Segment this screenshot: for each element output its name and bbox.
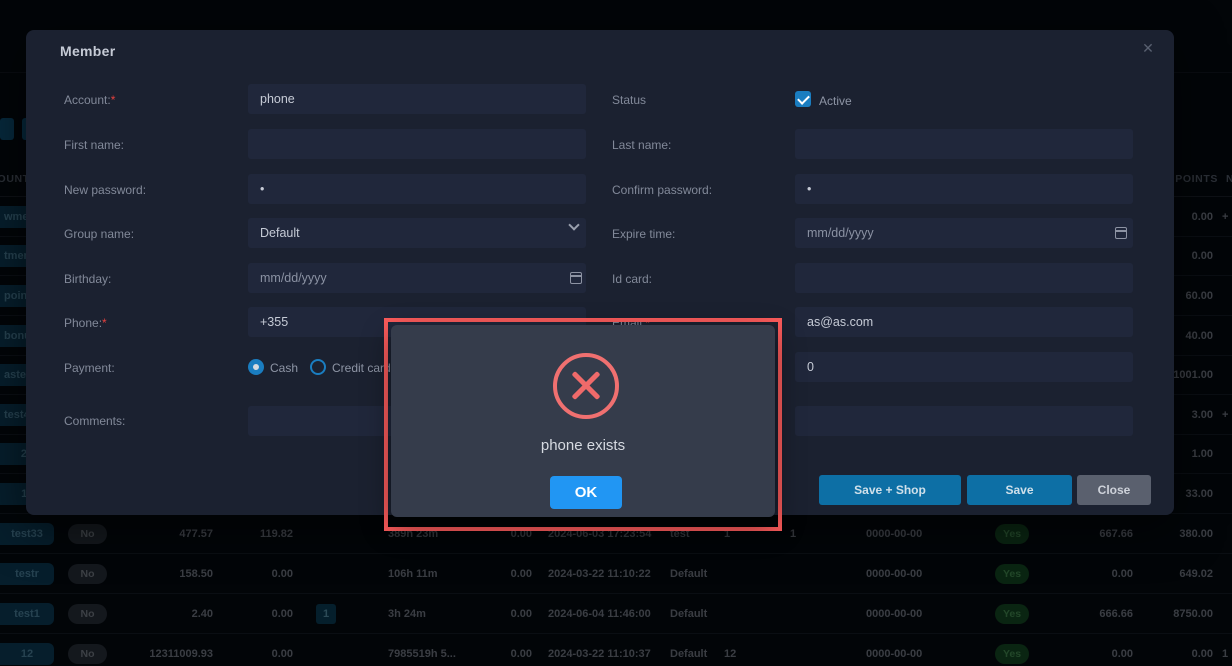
- extra-input[interactable]: [795, 406, 1133, 436]
- group-name-select[interactable]: Default: [248, 218, 586, 248]
- modal-title: Member: [60, 43, 115, 59]
- first-name-label: First name:: [64, 138, 124, 152]
- birthday-input[interactable]: mm/dd/yyyy: [248, 263, 586, 293]
- page: ACCOUNT POINTS N wmen 0.00 + tmen 0.00 p…: [0, 0, 1232, 666]
- radio-cash[interactable]: [248, 359, 264, 375]
- last-name-label: Last name:: [612, 138, 671, 152]
- active-checkbox[interactable]: [795, 91, 811, 107]
- alert-message: phone exists: [391, 437, 775, 454]
- expire-time-label: Expire time:: [612, 227, 675, 241]
- account-label: Account:*: [64, 93, 115, 107]
- radio-credit-card-label: Credit card: [332, 361, 391, 375]
- payment-label: Payment:: [64, 361, 115, 375]
- active-checkbox-label: Active: [819, 94, 852, 108]
- birthday-label: Birthday:: [64, 272, 111, 286]
- required-asterisk: *: [111, 93, 116, 107]
- confirm-password-label: Confirm password:: [612, 183, 712, 197]
- id-card-label: Id card:: [612, 272, 652, 286]
- email-input[interactable]: as@as.com: [795, 307, 1133, 337]
- comments-label: Comments:: [64, 414, 125, 428]
- calendar-icon[interactable]: [1115, 227, 1127, 239]
- account-input[interactable]: phone: [248, 84, 586, 114]
- radio-credit-card[interactable]: [310, 359, 326, 375]
- last-name-input[interactable]: [795, 129, 1133, 159]
- close-icon[interactable]: ✕: [1138, 38, 1158, 58]
- id-card-input[interactable]: [795, 263, 1133, 293]
- first-name-input[interactable]: [248, 129, 586, 159]
- required-asterisk: *: [102, 316, 107, 330]
- error-x-icon: [553, 353, 619, 419]
- close-button[interactable]: Close: [1077, 475, 1151, 505]
- radio-cash-label: Cash: [270, 361, 298, 375]
- save-button[interactable]: Save: [967, 475, 1072, 505]
- new-password-label: New password:: [64, 183, 146, 197]
- label-text: Phone:: [64, 316, 102, 330]
- credit-input[interactable]: 0: [795, 352, 1133, 382]
- label-text: Account:: [64, 93, 111, 107]
- ok-button[interactable]: OK: [550, 476, 622, 509]
- calendar-icon[interactable]: [570, 272, 582, 284]
- new-password-input[interactable]: •: [248, 174, 586, 204]
- confirm-password-input[interactable]: •: [795, 174, 1133, 204]
- group-name-label: Group name:: [64, 227, 134, 241]
- error-alert-dialog: phone exists OK: [391, 325, 775, 517]
- phone-label: Phone:*: [64, 316, 107, 330]
- status-label: Status: [612, 93, 646, 107]
- expire-time-input[interactable]: mm/dd/yyyy: [795, 218, 1133, 248]
- save-shop-button[interactable]: Save + Shop: [819, 475, 961, 505]
